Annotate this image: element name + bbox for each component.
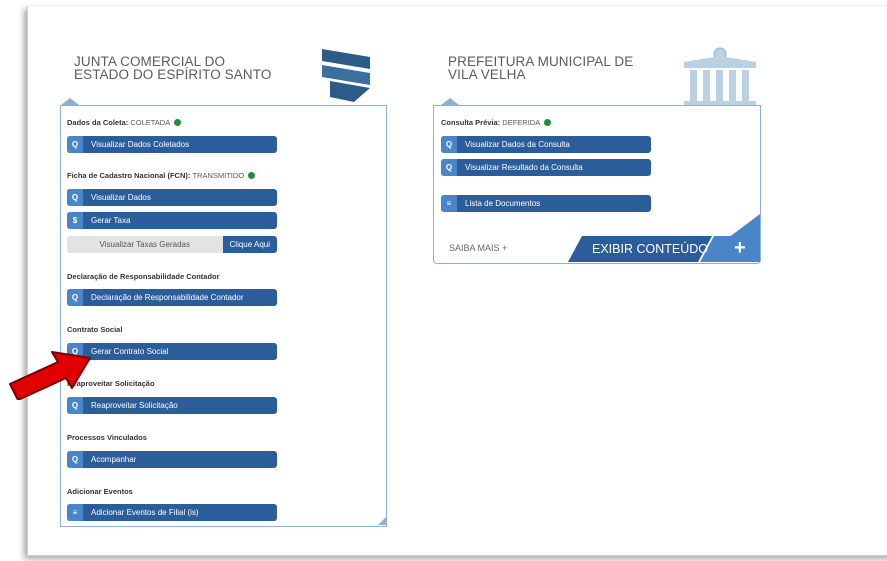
saiba-mais-link[interactable]: SAIBA MAIS + <box>449 243 507 253</box>
visualizar-dados-coletados-button[interactable]: Q Visualizar Dados Coletados <box>67 136 277 153</box>
clique-aqui-link[interactable]: Clique Aqui <box>222 236 277 253</box>
junta-logo-icon <box>322 49 370 102</box>
declaracao-responsabilidade-button[interactable]: Q Declaração de Responsabilidade Contador <box>67 289 277 306</box>
gerar-taxa-button[interactable]: $ Gerar Taxa <box>67 212 277 229</box>
panel-corner-icon <box>378 517 386 525</box>
taxas-geradas-bar: Visualizar Taxas Geradas Clique Aqui <box>67 236 277 253</box>
search-icon: Q <box>441 159 457 176</box>
section-eventos: Adicionar Eventos <box>67 487 133 496</box>
search-icon: Q <box>67 136 83 153</box>
panel-notch <box>441 98 459 105</box>
search-icon: Q <box>441 136 457 153</box>
exibir-conteudo-button[interactable]: EXIBIR CONTEÚDO + <box>568 236 760 262</box>
lista-documentos-button[interactable]: ≡ Lista de Documentos <box>441 195 651 212</box>
red-arrow-icon <box>9 351 91 400</box>
status-dot <box>248 172 256 179</box>
prefeitura-building-icon <box>684 47 756 106</box>
gerar-contrato-social-button[interactable]: Q Gerar Contrato Social <box>67 343 277 360</box>
coleta-status: Dados da Coleta: COLETADA <box>67 118 182 127</box>
junta-title: JUNTA COMERCIAL DO ESTADO DO ESPÍRITO SA… <box>74 54 272 82</box>
search-icon: Q <box>67 289 83 306</box>
prefeitura-title: PREFEITURA MUNICIPAL DE VILA VELHA <box>448 54 634 82</box>
search-icon: Q <box>67 189 83 206</box>
plus-icon: + <box>734 237 746 259</box>
acompanhar-button[interactable]: Q Acompanhar <box>67 451 277 468</box>
consulta-status: Consulta Prévia: DEFERIDA <box>441 118 552 127</box>
panel-corner-accent <box>728 214 760 238</box>
dollar-icon: $ <box>67 212 83 229</box>
search-icon: Q <box>67 451 83 468</box>
fcn-status: Ficha de Cadastro Nacional (FCN): TRANSM… <box>67 171 256 180</box>
panel-notch <box>61 98 79 105</box>
visualizar-dados-button[interactable]: Q Visualizar Dados <box>67 189 277 206</box>
section-declaracao: Declaração de Responsabilidade Contador <box>67 272 220 281</box>
list-icon: ≡ <box>441 195 457 212</box>
status-dot <box>174 119 182 126</box>
visualizar-dados-consulta-button[interactable]: Q Visualizar Dados da Consulta <box>441 136 651 153</box>
section-contrato: Contrato Social <box>67 325 123 334</box>
visualizar-resultado-consulta-button[interactable]: Q Visualizar Resultado da Consulta <box>441 159 651 176</box>
reaproveitar-solicitacao-button[interactable]: Q Reaproveitar Solicitação <box>67 397 277 414</box>
adicionar-eventos-button[interactable]: ≡ Adicionar Eventos de Filial (is) <box>67 504 277 521</box>
status-dot <box>544 119 552 126</box>
section-processos: Processos Vinculados <box>67 433 147 442</box>
list-icon: ≡ <box>67 504 83 521</box>
